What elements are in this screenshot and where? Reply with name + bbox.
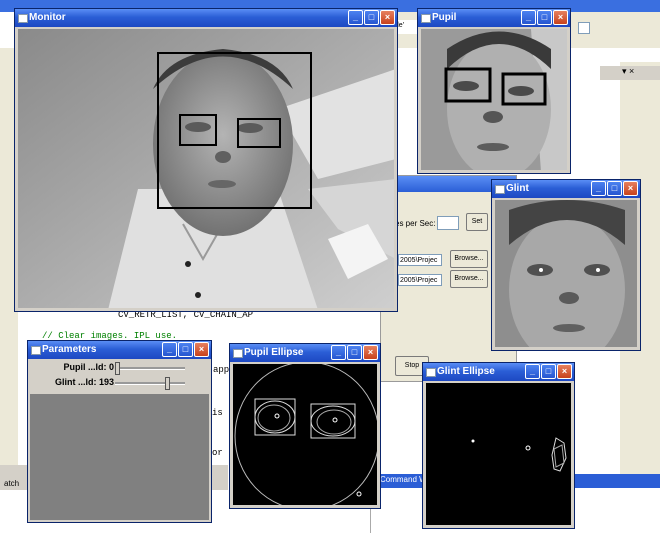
minimize-button[interactable]: _ <box>162 342 177 357</box>
close-button[interactable]: × <box>553 10 568 25</box>
close-button[interactable]: × <box>363 345 378 360</box>
maximize-button[interactable]: □ <box>607 181 622 196</box>
glint-ellipse-canvas <box>426 383 571 525</box>
pupil-titlebar[interactable]: Pupil _ □ × <box>418 9 570 27</box>
set-button[interactable]: Set <box>466 213 488 231</box>
parameters-titlebar[interactable]: Parameters _ □ × <box>28 341 211 359</box>
glint-dot-right <box>596 268 600 272</box>
monitor-video-feed <box>18 29 394 308</box>
maximize-button[interactable]: □ <box>364 10 379 25</box>
maximize-button[interactable]: □ <box>347 345 362 360</box>
glint-title: Glint <box>506 183 529 194</box>
minimize-button[interactable]: _ <box>521 10 536 25</box>
path-combo-2[interactable]: 2005\Projec <box>398 274 442 286</box>
maximize-button[interactable]: □ <box>537 10 552 25</box>
browse-button-2[interactable]: Browse... <box>450 270 488 288</box>
window-app-icon <box>18 14 28 23</box>
pupil-threshold-track[interactable] <box>115 362 185 375</box>
minimize-button[interactable]: _ <box>331 345 346 360</box>
maximize-button[interactable]: □ <box>541 364 556 379</box>
close-button[interactable]: × <box>380 10 395 25</box>
glint-ellipse-title: Glint Ellipse <box>437 366 495 377</box>
pupil-ellipse-canvas <box>233 364 377 505</box>
browse-button-1[interactable]: Browse... <box>450 250 488 268</box>
code-fragment: or <box>212 448 223 458</box>
glint-dot-left <box>539 268 543 272</box>
minimize-button[interactable]: _ <box>348 10 363 25</box>
parameters-gray-panel <box>30 394 209 520</box>
monitor-title: Monitor <box>29 12 66 23</box>
glint-window[interactable]: Glint _ □ × <box>491 179 641 351</box>
window-app-icon <box>31 346 41 355</box>
path-combo-1[interactable]: 2005\Projec <box>398 254 442 266</box>
glint-titlebar[interactable]: Glint _ □ × <box>492 180 640 198</box>
close-button[interactable]: × <box>194 342 209 357</box>
glint-threshold-thumb[interactable] <box>165 377 170 390</box>
glint-camera-image <box>495 200 637 347</box>
close-button[interactable]: × <box>623 181 638 196</box>
glint-ellipse-drawing <box>426 383 571 525</box>
glint-ellipse-window[interactable]: Glint Ellipse _ □ × <box>422 362 575 529</box>
close-button[interactable]: × <box>557 364 572 379</box>
parameters-title: Parameters <box>42 344 97 355</box>
parameters-trackbar-area: Pupil ...ld: 0 Glint ...ld: 193 <box>30 360 209 394</box>
window-app-icon <box>233 349 243 358</box>
monitor-window[interactable]: Monitor _ □ × <box>14 8 398 312</box>
monitor-camera-image <box>18 29 394 308</box>
window-app-icon <box>421 14 431 23</box>
ide-pane-close[interactable]: ▾ × <box>622 66 634 77</box>
pupil-ellipse-title: Pupil Ellipse <box>244 347 304 358</box>
pupil-ellipse-window[interactable]: Pupil Ellipse _ □ × <box>229 343 381 509</box>
glint-video-feed <box>495 200 637 347</box>
pupil-ellipse-drawing <box>233 364 377 505</box>
pupil-window[interactable]: Pupil _ □ × <box>417 8 571 174</box>
parameters-window[interactable]: Parameters _ □ × Pupil ...ld: 0 Glint ..… <box>27 340 212 523</box>
rate-label: es per Sec: <box>395 219 436 228</box>
minimize-button[interactable]: _ <box>525 364 540 379</box>
window-app-icon <box>426 368 436 377</box>
pupil-video-feed <box>421 29 567 170</box>
pupil-threshold-thumb[interactable] <box>115 362 120 375</box>
glint-threshold-track[interactable] <box>115 377 185 390</box>
code-fragment: app <box>213 365 230 375</box>
monitor-titlebar[interactable]: Monitor _ □ × <box>15 9 397 27</box>
pupil-threshold-label: Pupil ...ld: 0 <box>63 362 114 372</box>
minimize-button[interactable]: _ <box>591 181 606 196</box>
window-app-icon <box>495 185 505 194</box>
maximize-button[interactable]: □ <box>178 342 193 357</box>
glint-threshold-label: Glint ...ld: 193 <box>54 377 114 387</box>
pupil-title: Pupil <box>432 12 457 23</box>
pupil-ellipse-titlebar[interactable]: Pupil Ellipse _ □ × <box>230 344 380 362</box>
code-fragment: is <box>212 408 223 418</box>
rate-input[interactable] <box>437 216 459 230</box>
pupil-camera-image <box>421 29 567 170</box>
ide-combo-arrow[interactable] <box>578 22 590 34</box>
status-text: atch <box>4 479 20 488</box>
glint-ellipse-titlebar[interactable]: Glint Ellipse _ □ × <box>423 363 574 381</box>
